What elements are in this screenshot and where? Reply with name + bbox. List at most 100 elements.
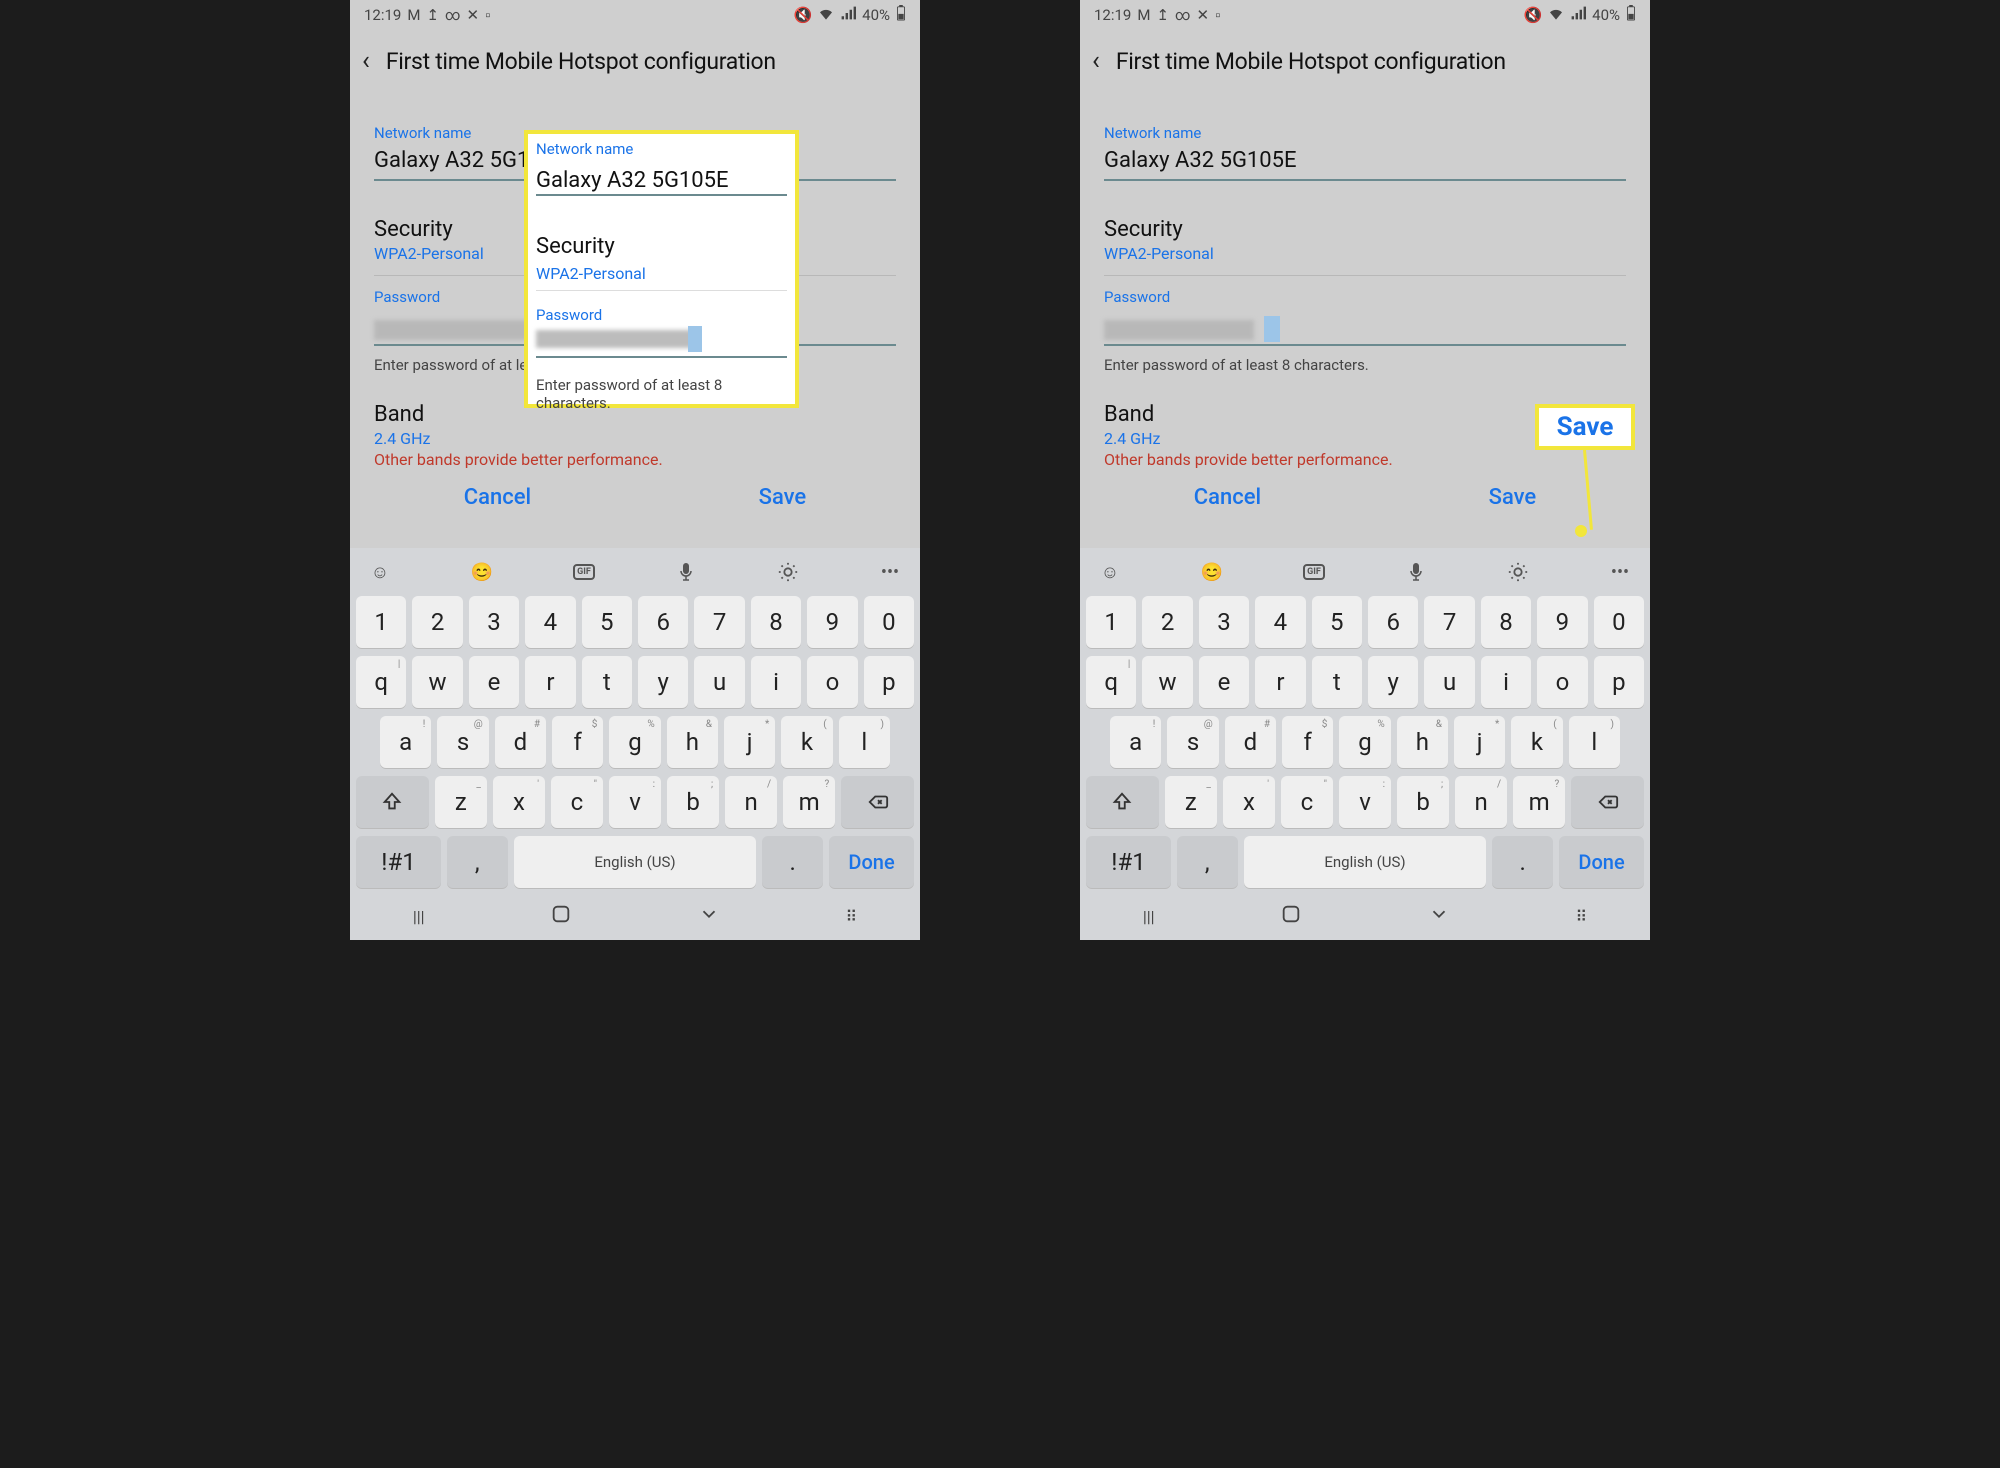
key-w[interactable]: w <box>412 656 462 708</box>
key-.[interactable]: . <box>1492 836 1553 888</box>
backspace-key[interactable] <box>1571 776 1644 828</box>
symbols-key[interactable]: !#1 <box>356 836 441 888</box>
key-c[interactable]: c" <box>551 776 603 828</box>
keyboard-switch-icon[interactable]: ⠿ <box>1575 907 1587 926</box>
key-5[interactable]: 5 <box>582 596 632 648</box>
key-f[interactable]: f$ <box>552 716 603 768</box>
key-5[interactable]: 5 <box>1312 596 1362 648</box>
network-name-field[interactable]: Network name Galaxy A32 5G105E <box>1104 116 1626 195</box>
gif-icon[interactable]: GIF <box>570 558 598 586</box>
key-6[interactable]: 6 <box>1368 596 1418 648</box>
key-.[interactable]: . <box>762 836 823 888</box>
key-3[interactable]: 3 <box>1199 596 1249 648</box>
save-button[interactable]: Save <box>759 485 807 510</box>
key-1[interactable]: 1 <box>1086 596 1136 648</box>
back-button[interactable]: ‹ <box>1092 46 1100 76</box>
cancel-button[interactable]: Cancel <box>464 485 531 510</box>
band-value[interactable]: 2.4 GHz <box>374 429 896 448</box>
gif-icon[interactable]: GIF <box>1300 558 1328 586</box>
emoji-icon[interactable]: ☺ <box>1096 558 1124 586</box>
key-g[interactable]: g% <box>609 716 660 768</box>
key-d[interactable]: d# <box>495 716 546 768</box>
cancel-button[interactable]: Cancel <box>1194 485 1261 510</box>
key-1[interactable]: 1 <box>356 596 406 648</box>
key-2[interactable]: 2 <box>1142 596 1192 648</box>
key-i[interactable]: i <box>751 656 801 708</box>
key-p[interactable]: p <box>1594 656 1644 708</box>
key-4[interactable]: 4 <box>1255 596 1305 648</box>
spacebar[interactable]: English (US) <box>1244 836 1487 888</box>
key-q[interactable]: q| <box>1086 656 1136 708</box>
back-button[interactable]: ‹ <box>362 46 370 76</box>
key-4[interactable]: 4 <box>525 596 575 648</box>
key-m[interactable]: m? <box>1513 776 1565 828</box>
key-w[interactable]: w <box>1142 656 1192 708</box>
gear-icon[interactable] <box>774 558 802 586</box>
key-9[interactable]: 9 <box>1537 596 1587 648</box>
key-l[interactable]: l) <box>839 716 890 768</box>
key-r[interactable]: r <box>1255 656 1305 708</box>
key-v[interactable]: v: <box>609 776 661 828</box>
key-q[interactable]: q| <box>356 656 406 708</box>
keyboard[interactable]: ☺ 😊 GIF ••• 1234567890 q|wertyuiop a!s@d… <box>350 548 920 940</box>
recents-button[interactable]: ||| <box>413 907 425 926</box>
home-button[interactable] <box>1280 903 1302 929</box>
done-key[interactable]: Done <box>1559 836 1644 888</box>
keyboard[interactable]: ☺ 😊 GIF ••• 1234567890 q|wertyuiop a!s@d… <box>1080 548 1650 940</box>
key-v[interactable]: v: <box>1339 776 1391 828</box>
emoji-icon[interactable]: ☺ <box>366 558 394 586</box>
key-k[interactable]: k( <box>1511 716 1562 768</box>
key-y[interactable]: y <box>638 656 688 708</box>
home-button[interactable] <box>550 903 572 929</box>
key-f[interactable]: f$ <box>1282 716 1333 768</box>
key-z[interactable]: z_ <box>435 776 487 828</box>
password-input[interactable] <box>1104 316 1626 342</box>
key-0[interactable]: 0 <box>864 596 914 648</box>
shift-key[interactable] <box>1086 776 1159 828</box>
key-b[interactable]: b; <box>667 776 719 828</box>
network-name-value[interactable]: Galaxy A32 5G105E <box>1104 142 1626 177</box>
key-s[interactable]: s@ <box>1167 716 1218 768</box>
key-t[interactable]: t <box>582 656 632 708</box>
key-7[interactable]: 7 <box>694 596 744 648</box>
sticker-icon[interactable]: 😊 <box>1198 558 1226 586</box>
key-a[interactable]: a! <box>1110 716 1161 768</box>
security-value[interactable]: WPA2-Personal <box>1104 244 1626 263</box>
gear-icon[interactable] <box>1504 558 1532 586</box>
key-h[interactable]: h& <box>1397 716 1448 768</box>
key-,[interactable]: , <box>1177 836 1238 888</box>
recents-button[interactable]: ||| <box>1143 907 1155 926</box>
key-e[interactable]: e <box>469 656 519 708</box>
key-8[interactable]: 8 <box>751 596 801 648</box>
key-o[interactable]: o <box>807 656 857 708</box>
backspace-key[interactable] <box>841 776 914 828</box>
key-m[interactable]: m? <box>783 776 835 828</box>
key-p[interactable]: p <box>864 656 914 708</box>
mic-icon[interactable] <box>1402 558 1430 586</box>
spacebar[interactable]: English (US) <box>514 836 757 888</box>
more-icon[interactable]: ••• <box>1606 558 1634 586</box>
key-x[interactable]: x' <box>1223 776 1275 828</box>
key-0[interactable]: 0 <box>1594 596 1644 648</box>
key-u[interactable]: u <box>1424 656 1474 708</box>
key-n[interactable]: n/ <box>1455 776 1507 828</box>
sticker-icon[interactable]: 😊 <box>468 558 496 586</box>
key-l[interactable]: l) <box>1569 716 1620 768</box>
key-y[interactable]: y <box>1368 656 1418 708</box>
key-j[interactable]: j* <box>724 716 775 768</box>
key-h[interactable]: h& <box>667 716 718 768</box>
more-icon[interactable]: ••• <box>876 558 904 586</box>
back-nav-button[interactable] <box>1428 903 1450 929</box>
key-i[interactable]: i <box>1481 656 1531 708</box>
key-3[interactable]: 3 <box>469 596 519 648</box>
save-button[interactable]: Save <box>1489 485 1537 510</box>
key-2[interactable]: 2 <box>412 596 462 648</box>
key-c[interactable]: c" <box>1281 776 1333 828</box>
key-s[interactable]: s@ <box>437 716 488 768</box>
done-key[interactable]: Done <box>829 836 914 888</box>
key-x[interactable]: x' <box>493 776 545 828</box>
key-6[interactable]: 6 <box>638 596 688 648</box>
key-7[interactable]: 7 <box>1424 596 1474 648</box>
key-t[interactable]: t <box>1312 656 1362 708</box>
key-o[interactable]: o <box>1537 656 1587 708</box>
